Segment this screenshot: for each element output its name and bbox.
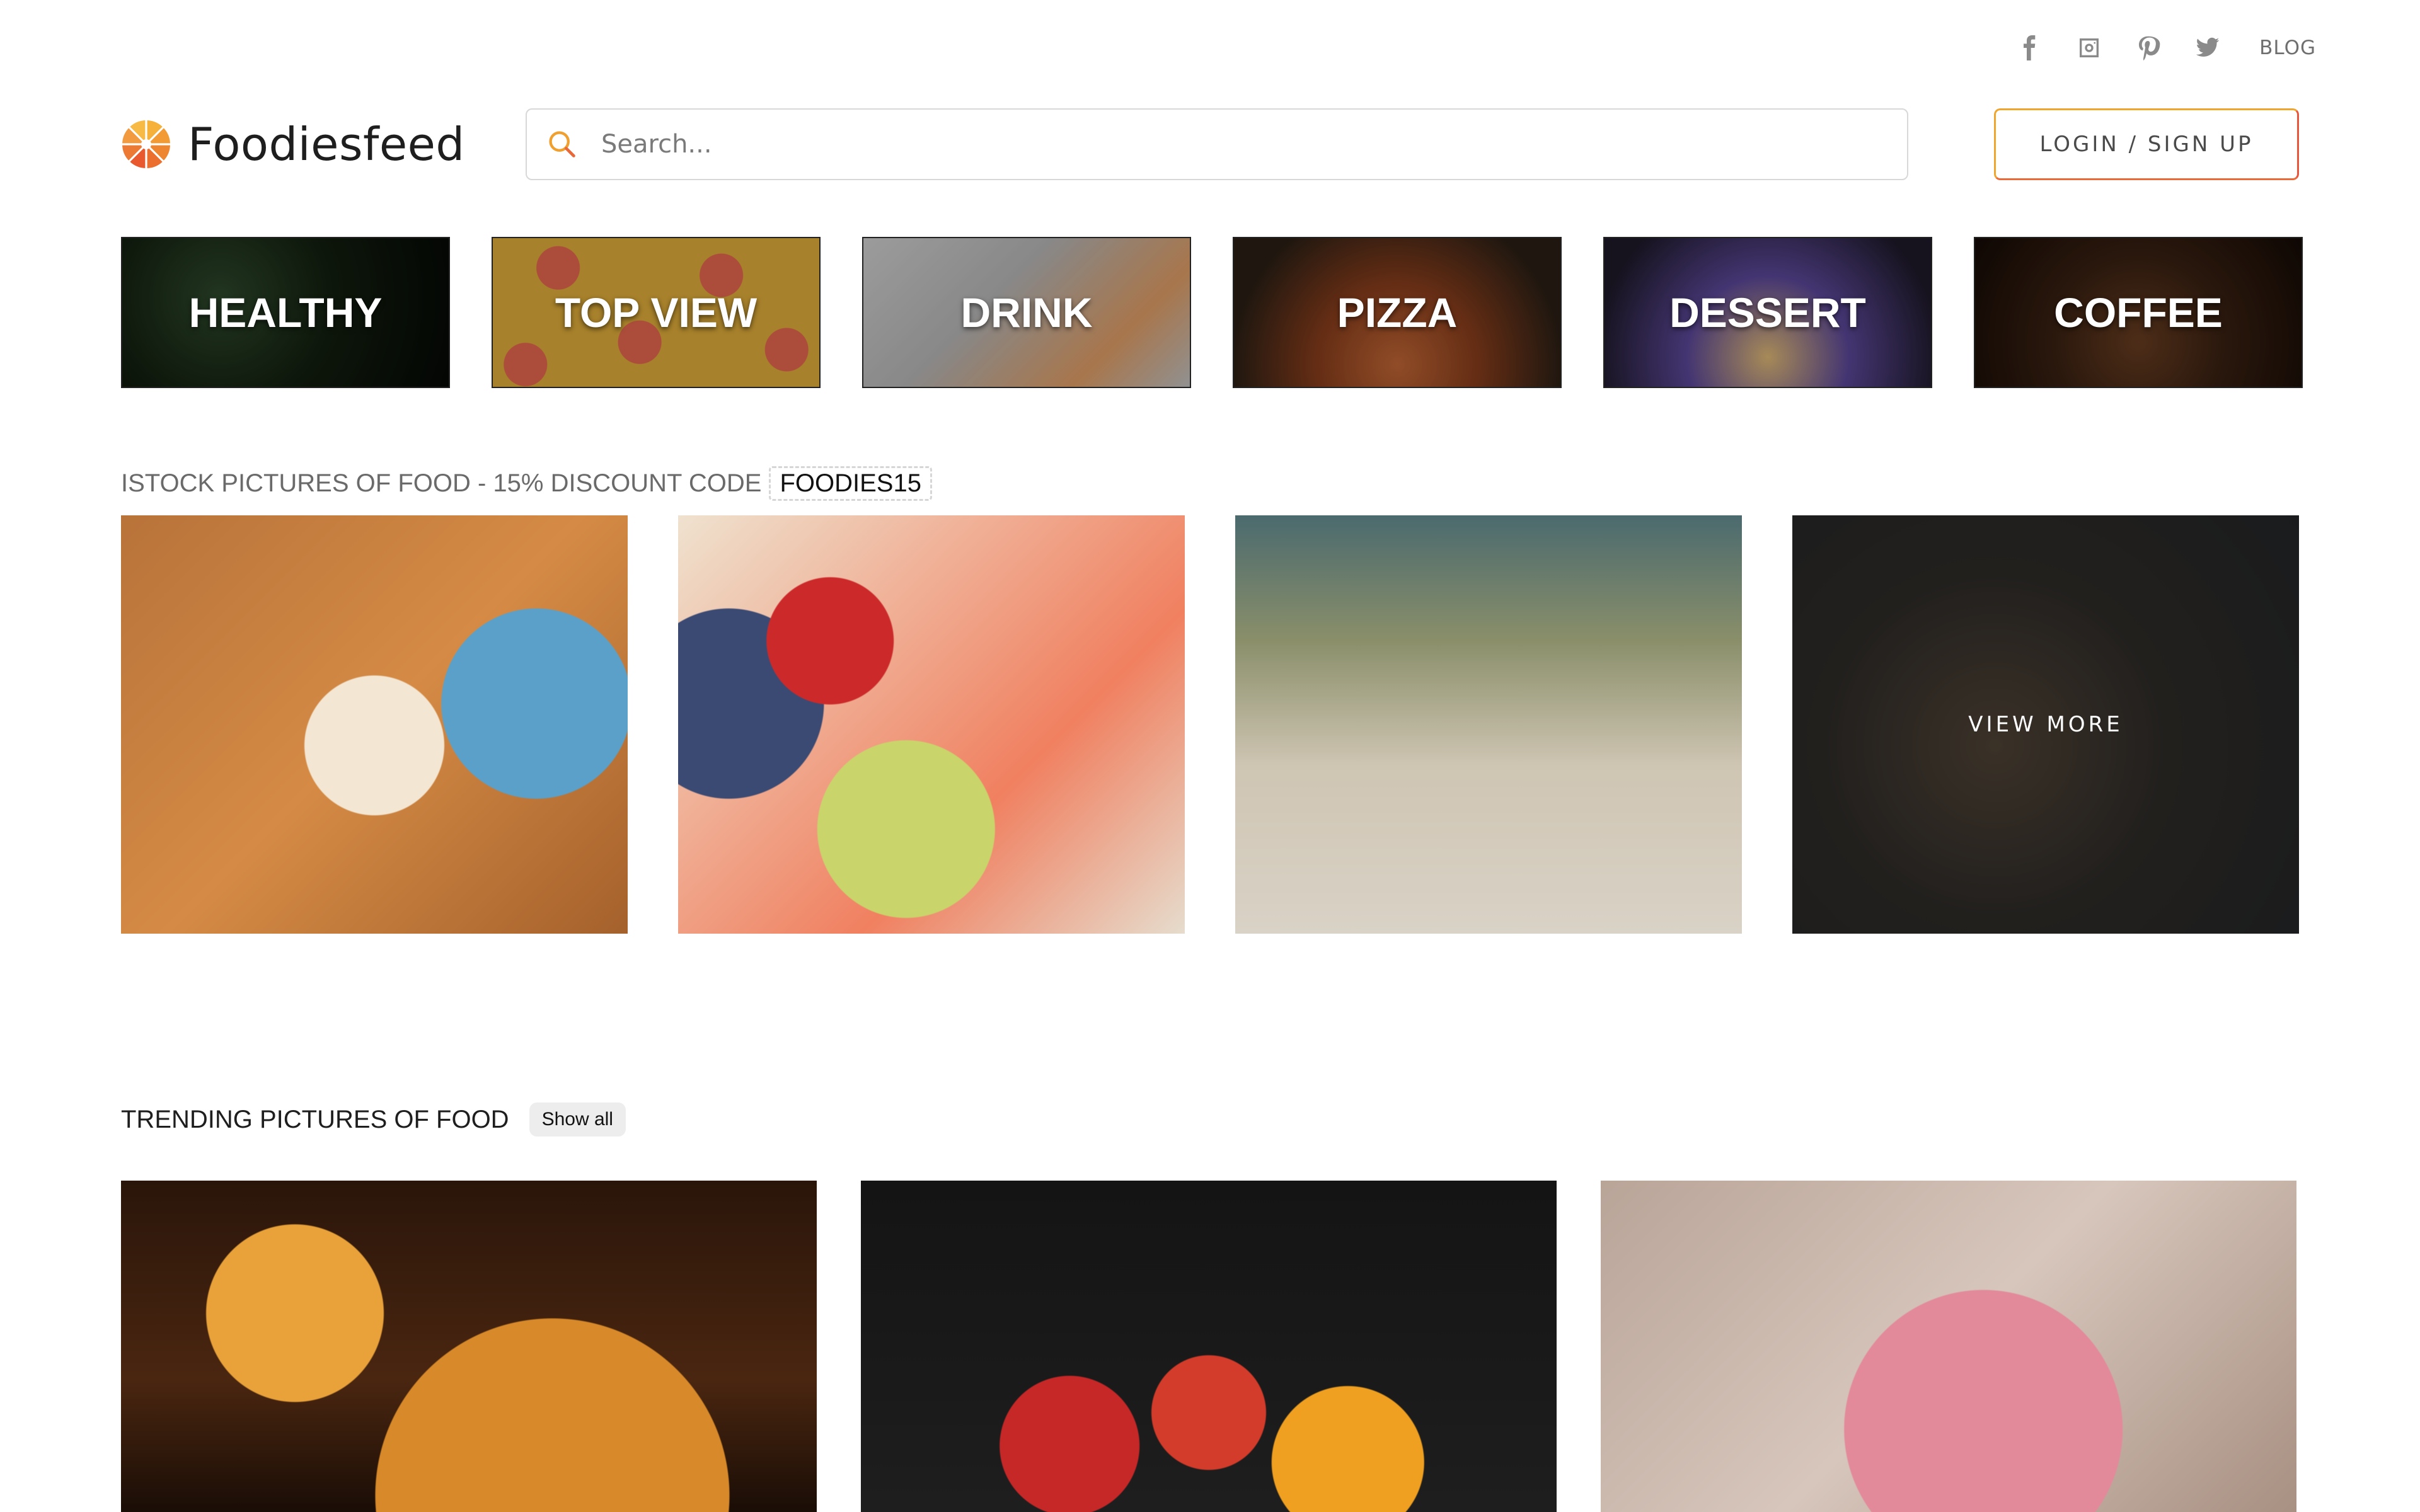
trending-photo-vegetables[interactable]	[861, 1181, 1557, 1512]
trending-photo-strawberry[interactable]	[1601, 1181, 2296, 1512]
logo-text: Foodiesfeed	[188, 118, 465, 171]
category-label: DRINK	[960, 289, 1093, 336]
category-label: DESSERT	[1669, 289, 1866, 336]
blog-link[interactable]: BLOG	[2259, 37, 2316, 59]
header: Foodiesfeed LOGIN / SIGN UP	[121, 108, 2299, 180]
istock-heading-text: ISTOCK PICTURES OF FOOD - 15% DISCOUNT C…	[121, 469, 762, 497]
category-top-view[interactable]: TOP VIEW	[492, 237, 821, 388]
category-label: TOP VIEW	[555, 289, 758, 336]
istock-photo-groceries[interactable]	[678, 515, 1185, 934]
trending-heading: TRENDING PICTURES OF FOOD Show all	[121, 1102, 626, 1137]
category-label: HEALTHY	[188, 289, 383, 336]
istock-photo-brunch[interactable]	[121, 515, 628, 934]
istock-heading: ISTOCK PICTURES OF FOOD - 15% DISCOUNT C…	[121, 466, 932, 501]
facebook-icon[interactable]	[2017, 34, 2043, 62]
category-coffee[interactable]: COFFEE	[1974, 237, 2303, 388]
trending-grid	[121, 1181, 2296, 1512]
category-healthy[interactable]: HEALTHY	[121, 237, 450, 388]
search-icon	[549, 131, 575, 158]
trending-photo-burger[interactable]	[121, 1181, 817, 1512]
pinterest-icon[interactable]	[2136, 34, 2161, 62]
search-input[interactable]	[600, 129, 1860, 159]
istock-grid: VIEW MORE	[121, 515, 2299, 934]
search-box[interactable]	[526, 108, 1908, 180]
logo[interactable]: Foodiesfeed	[121, 118, 527, 171]
instagram-icon[interactable]	[2077, 34, 2102, 62]
twitter-icon[interactable]	[2195, 34, 2220, 62]
view-more-label: VIEW MORE	[1968, 712, 2123, 737]
trending-heading-text: TRENDING PICTURES OF FOOD	[121, 1105, 509, 1133]
category-label: COFFEE	[2054, 289, 2223, 336]
show-all-button[interactable]: Show all	[529, 1102, 626, 1137]
category-tiles: HEALTHY TOP VIEW DRINK PIZZA DESSERT COF…	[121, 237, 2303, 388]
category-label: PIZZA	[1337, 289, 1458, 336]
view-more-overlay: VIEW MORE	[1792, 515, 2299, 934]
social-bar: BLOG	[2017, 32, 2316, 64]
category-pizza[interactable]: PIZZA	[1233, 237, 1562, 388]
category-drink[interactable]: DRINK	[862, 237, 1191, 388]
discount-code[interactable]: FOODIES15	[769, 466, 932, 501]
logo-icon	[121, 119, 171, 169]
istock-photo-receipt[interactable]	[1235, 515, 1742, 934]
istock-view-more-tile[interactable]: VIEW MORE	[1792, 515, 2299, 934]
login-signup-button[interactable]: LOGIN / SIGN UP	[1994, 108, 2299, 180]
category-dessert[interactable]: DESSERT	[1603, 237, 1932, 388]
